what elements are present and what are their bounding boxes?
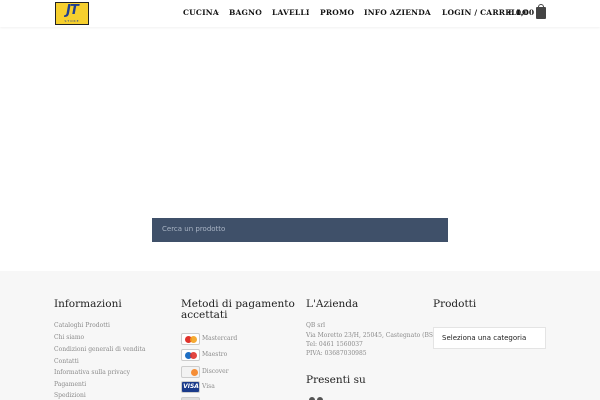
category-select-value: Seleziona una categoria <box>442 334 527 342</box>
nav-item-promo[interactable]: PROMO <box>320 8 354 17</box>
product-search-input[interactable]: Cerca un prodotto <box>152 218 448 242</box>
footer-link-spedizioni[interactable]: Spedizioni <box>54 392 86 399</box>
discover-icon <box>181 366 200 378</box>
social-icons[interactable] <box>308 396 338 400</box>
payment-label: Mastercard <box>202 335 238 342</box>
nav-item-cucina[interactable]: CUCINA <box>183 8 219 17</box>
search-placeholder: Cerca un prodotto <box>162 225 226 233</box>
footer-azienda-title: L'Azienda <box>306 298 359 310</box>
mastercard-icon <box>181 333 200 345</box>
chevron-down-icon[interactable]: ⌄ <box>306 9 310 15</box>
maestro-icon <box>181 349 200 361</box>
nav-item-bagno[interactable]: BAGNO <box>229 8 262 17</box>
footer-link-chi-siamo[interactable]: Chi siamo <box>54 334 84 341</box>
footer-prodotti-title: Prodotti <box>433 298 477 310</box>
payment-label: Maestro <box>202 351 228 358</box>
azienda-phone[interactable]: Tel: 0461 1560037 <box>306 341 363 348</box>
cart-total[interactable]: € 0,00 <box>508 8 534 17</box>
footer-link-contatti[interactable]: Contatti <box>54 358 79 365</box>
chevron-down-icon[interactable]: ⌄ <box>216 9 220 15</box>
site-header: JT STORE CUCINA ⌄ BAGNO ⌄ LAVELLI ⌄ PROM… <box>0 0 600 27</box>
azienda-address: Via Moretto 23/H, 25045, Castegnato (BS) <box>306 332 436 339</box>
category-select[interactable]: Seleziona una categoria <box>433 327 546 349</box>
chevron-down-icon[interactable]: ⌄ <box>259 9 263 15</box>
footer-link-cataloghi[interactable]: Cataloghi Prodotti <box>54 322 110 329</box>
footer-presenti-title: Presenti su <box>306 374 366 386</box>
payment-label: Discover <box>202 368 229 375</box>
shopping-bag-icon[interactable] <box>536 4 546 19</box>
visa-icon: VISA <box>181 381 200 393</box>
footer-informazioni-title: Informazioni <box>54 298 122 310</box>
logo-subtext: STORE <box>64 19 80 23</box>
nav-item-lavelli[interactable]: LAVELLI <box>272 8 310 17</box>
footer-link-privacy[interactable]: Informativa sulla privacy <box>54 369 130 376</box>
azienda-name: QB srl <box>306 322 326 329</box>
store-logo[interactable]: JT STORE <box>55 2 89 25</box>
payment-label: Visa <box>202 383 215 390</box>
footer-link-condizioni[interactable]: Condizioni generali di vendita <box>54 346 145 353</box>
logo-text: JT <box>66 3 79 18</box>
footer-pagamento-title-line2: accettati <box>181 309 228 321</box>
azienda-piva: PIVA: 03687030985 <box>306 350 367 357</box>
footer-link-pagamenti[interactable]: Pagamenti <box>54 381 86 388</box>
chevron-down-icon[interactable]: ⌄ <box>418 9 422 15</box>
